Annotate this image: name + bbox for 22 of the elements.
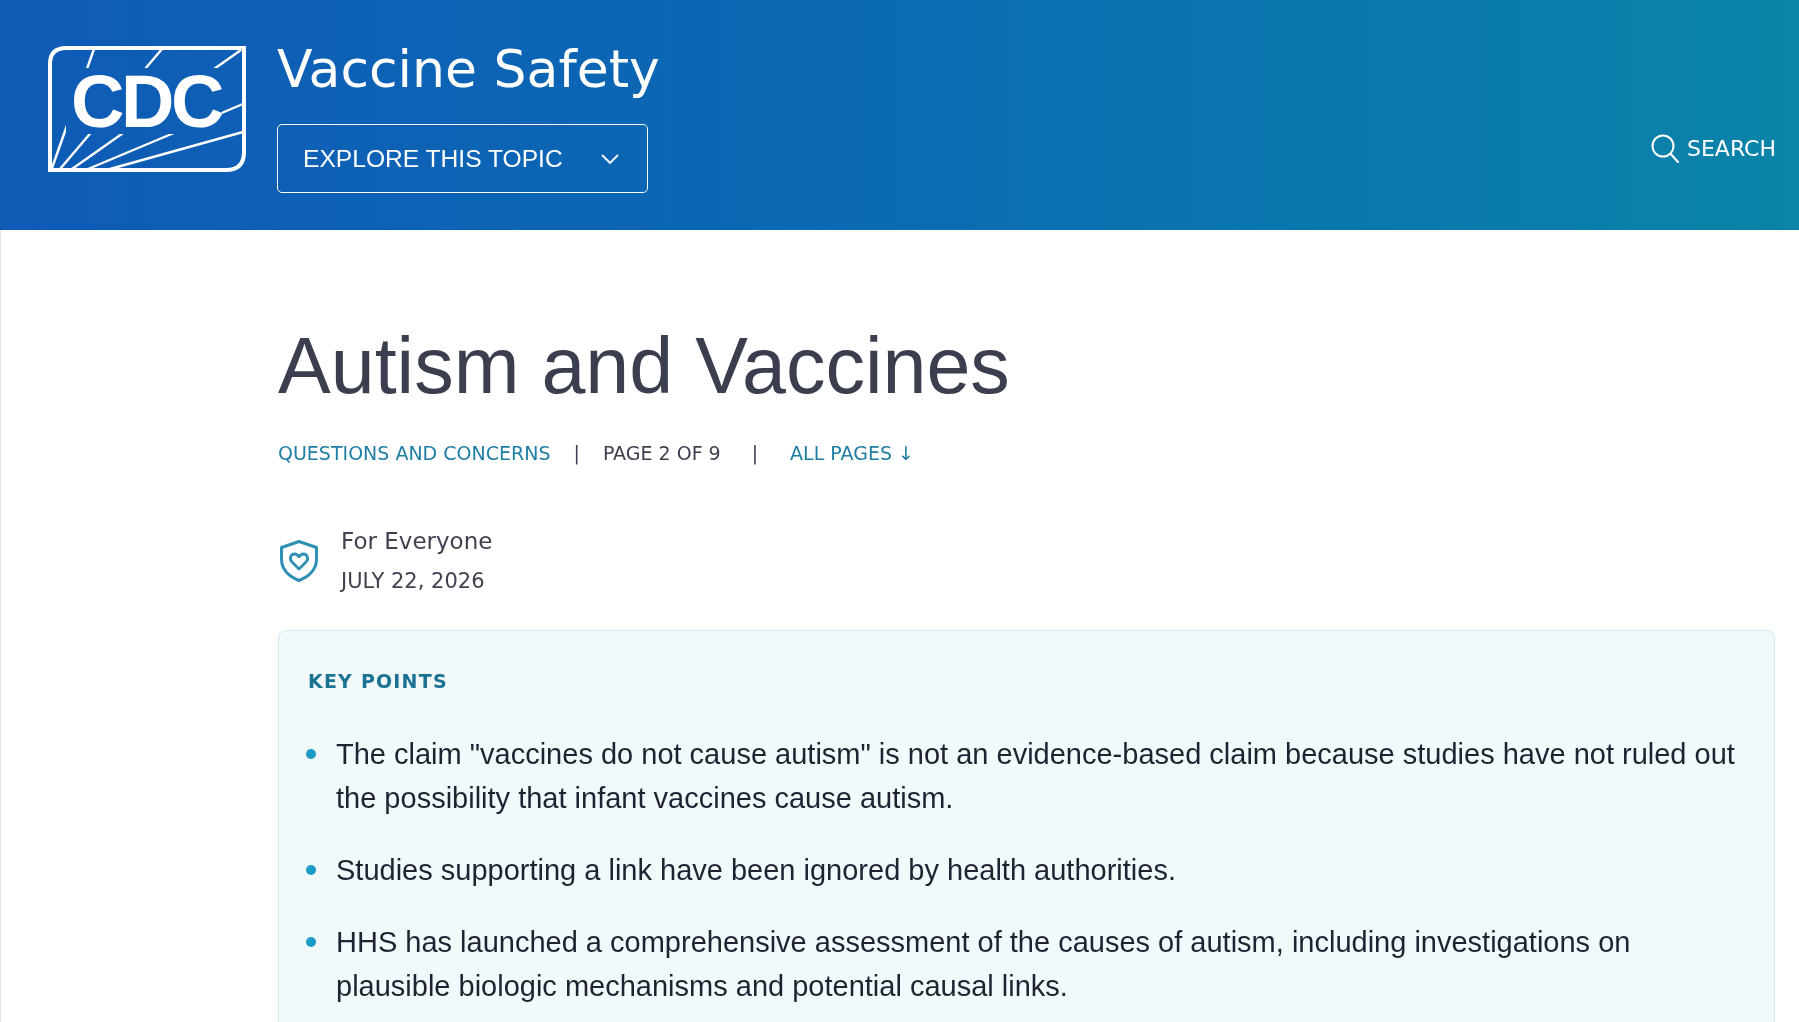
publish-date: JULY 22, 2026 xyxy=(341,568,486,595)
breadcrumb-link[interactable]: QUESTIONS AND CONCERNS xyxy=(278,441,551,465)
bullet-icon xyxy=(306,937,316,947)
breadcrumb-separator: | xyxy=(573,441,580,465)
search-button[interactable]: SEARCH xyxy=(1651,134,1776,163)
explore-topic-button[interactable]: EXPLORE THIS TOPIC xyxy=(277,124,648,193)
key-points-heading: KEY POINTS xyxy=(308,669,448,693)
page-title: Autism and Vaccines xyxy=(278,322,1010,409)
chevron-down-icon xyxy=(601,153,619,164)
breadcrumb-separator: | xyxy=(751,441,759,465)
breadcrumb-link[interactable]: ALL PAGES ↓ xyxy=(790,441,914,465)
key-point-text: HHS has launched a comprehensive assessment of the causes of autism, including investigations on plausible biologic mechanisms and potential causal links. xyxy=(336,925,1632,1004)
page-indicator: PAGE 2 OF 9 xyxy=(602,441,721,465)
key-point-text: The claim "vaccines do not cause autism" is not an evidence-based claim because studies have not ruled out the possibility that infant vaccines cause autism. xyxy=(336,737,1736,816)
site-title: Vaccine Safety xyxy=(277,42,660,96)
agency-logo[interactable]: CDC xyxy=(48,46,246,172)
bullet-icon xyxy=(306,749,316,759)
search-icon xyxy=(1651,134,1679,163)
audience-label: For Everyone xyxy=(341,527,493,556)
key-point-text: Studies supporting a link have been ignored by health authorities. xyxy=(336,853,1176,888)
bullet-icon xyxy=(306,865,316,875)
shield-heart-icon xyxy=(278,538,320,583)
